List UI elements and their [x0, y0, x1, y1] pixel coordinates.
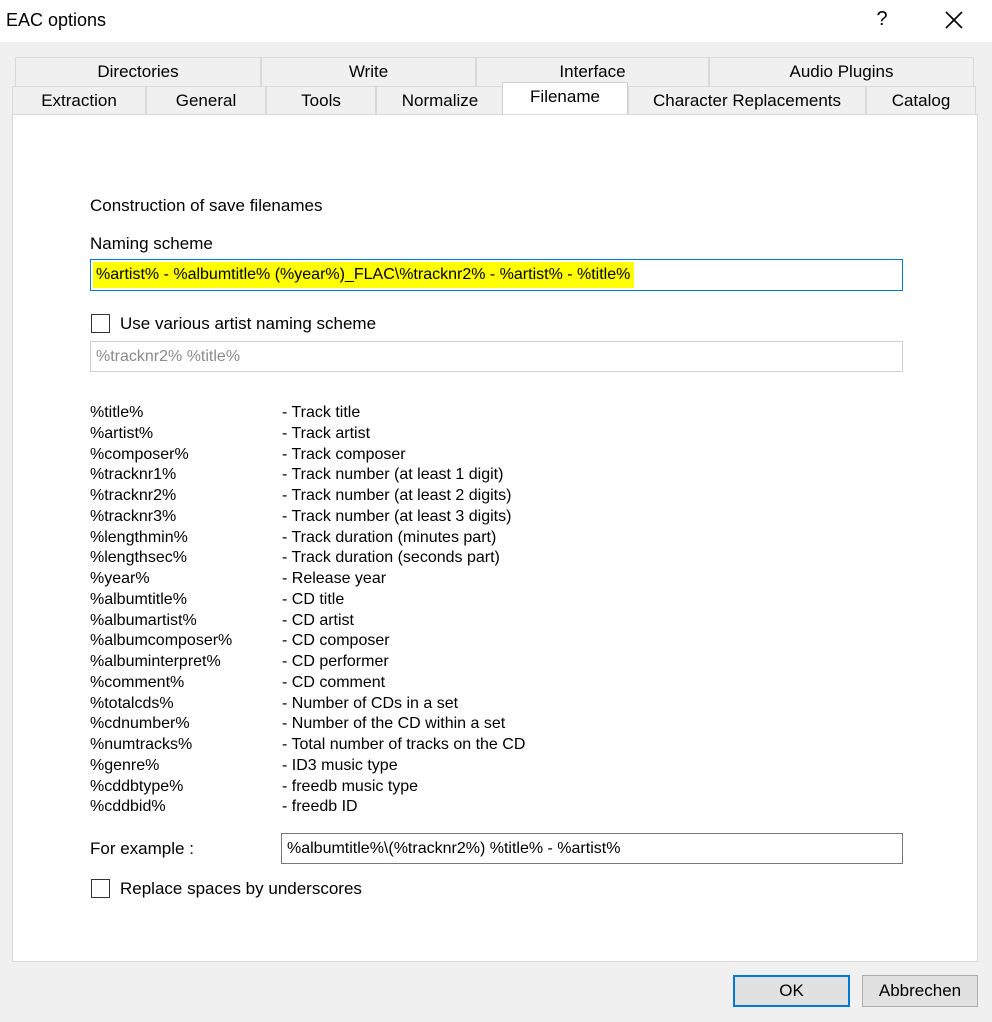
variable-description: - Number of the CD within a set — [282, 715, 506, 733]
variable-description: - Track artist — [282, 424, 371, 442]
variable-name: %lengthsec% — [90, 549, 187, 567]
tab-write[interactable]: Write — [261, 57, 476, 86]
variable-name: %numtracks% — [90, 736, 193, 753]
variable-description: - CD performer — [282, 653, 389, 670]
tab-extraction[interactable]: Extraction — [12, 86, 146, 115]
variable-description: - Track duration (minutes part) — [282, 528, 497, 546]
ok-button[interactable]: OK — [733, 975, 850, 1007]
cancel-button[interactable]: Abbrechen — [862, 975, 978, 1007]
naming-scheme-input[interactable]: %artist% - %albumtitle% (%year%)_FLAC\%t… — [90, 259, 903, 291]
tab-general[interactable]: General — [146, 86, 266, 115]
variable-name: %artist% — [90, 424, 154, 442]
replace-spaces-label: Replace spaces by underscores — [120, 879, 362, 898]
variable-description: - freedb ID — [282, 798, 358, 816]
variable-name: %comment% — [90, 673, 185, 691]
variable-name: %cddbtype% — [90, 777, 184, 795]
variable-description: - freedb music type — [282, 777, 419, 795]
variable-name: %cdnumber% — [90, 715, 190, 733]
variable-description: - Track title — [282, 404, 361, 421]
title-bar: EAC options ? — [0, 0, 992, 42]
variable-name: %albumartist% — [90, 611, 197, 629]
variable-name: %cddbid% — [90, 798, 166, 816]
variable-description: - Track number (at least 1 digit) — [282, 466, 504, 484]
variable-name: %tracknr2% — [90, 487, 177, 504]
variable-name: %lengthmin% — [90, 528, 188, 546]
filename-panel: Construction of save filenames Naming sc… — [12, 114, 978, 962]
variable-description: - Release year — [282, 570, 387, 587]
variable-name: %tracknr3% — [90, 507, 177, 525]
variable-description: - CD title — [282, 590, 345, 608]
variable-name: %composer% — [90, 445, 189, 463]
variable-description: - Track duration (seconds part) — [282, 549, 500, 567]
section-title: Construction of save filenames — [90, 196, 323, 215]
variable-description: - Total number of tracks on the CD — [282, 736, 526, 753]
variable-description: - Track composer — [282, 445, 406, 463]
variable-name: %totalcds% — [90, 694, 174, 712]
window-title: EAC options — [6, 10, 107, 30]
variable-name: %title% — [90, 404, 144, 421]
replace-spaces-checkbox[interactable] — [91, 879, 110, 898]
variable-name: %albuminterpret% — [90, 653, 221, 670]
tab-filename[interactable]: Filename — [502, 82, 628, 114]
various-artist-label: Use various artist naming scheme — [120, 314, 377, 333]
variable-name: %albumcomposer% — [90, 632, 233, 650]
variable-description: - ID3 music type — [282, 756, 398, 774]
variable-description: - Track number (at least 2 digits) — [282, 487, 512, 504]
variable-description: - Number of CDs in a set — [282, 694, 459, 712]
variable-name: %genre% — [90, 756, 160, 774]
tab-character-replacements[interactable]: Character Replacements — [628, 86, 866, 115]
various-artist-scheme-input: %tracknr2% %title% — [90, 341, 903, 372]
close-icon[interactable] — [938, 4, 970, 36]
variable-name: %tracknr1% — [90, 466, 177, 484]
example-label: For example : — [90, 839, 194, 858]
tab-tools[interactable]: Tools — [266, 86, 376, 115]
various-artist-checkbox[interactable] — [91, 314, 110, 333]
variable-description: - Track number (at least 3 digits) — [282, 507, 512, 525]
naming-scheme-value: %artist% - %albumtitle% (%year%)_FLAC\%t… — [93, 262, 635, 288]
tab-audio-plugins[interactable]: Audio Plugins — [709, 57, 974, 86]
example-input[interactable]: %albumtitle%\(%tracknr2%) %title% - %art… — [281, 833, 903, 864]
help-button[interactable]: ? — [872, 8, 892, 31]
variable-description: - CD composer — [282, 632, 390, 650]
variable-name: %year% — [90, 570, 150, 587]
tab-directories[interactable]: Directories — [15, 57, 261, 86]
variable-description: - CD artist — [282, 611, 354, 629]
variable-description: - CD comment — [282, 673, 386, 691]
tab-catalog[interactable]: Catalog — [866, 86, 976, 115]
naming-scheme-label: Naming scheme — [90, 234, 213, 253]
variable-name: %albumtitle% — [90, 590, 187, 608]
tab-normalize[interactable]: Normalize — [376, 86, 504, 115]
